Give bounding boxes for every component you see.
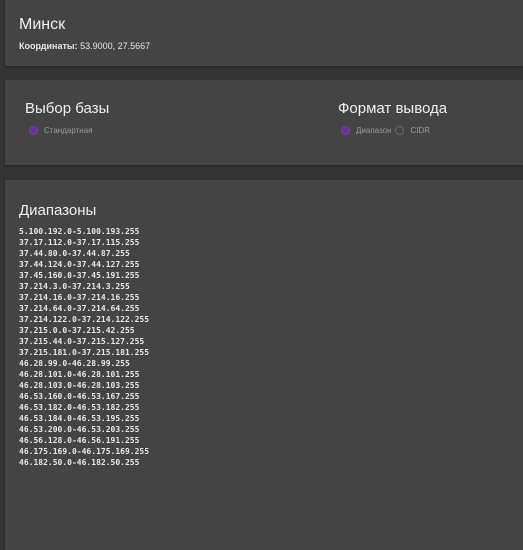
format-range-label[interactable]: Диапазон	[356, 126, 391, 135]
format-range-radio[interactable]	[341, 126, 350, 135]
base-radio-group: Стандартная	[29, 126, 96, 135]
range-item: 46.53.200.0-46.53.203.255	[19, 425, 140, 434]
range-item: 37.17.112.0-37.17.115.255	[19, 238, 140, 247]
range-item: 46.53.160.0-46.53.167.255	[19, 392, 140, 401]
ranges-card: Диапазоны 5.100.192.0-5.100.193.255 37.1…	[5, 180, 523, 550]
options-card: Выбор базы Стандартная Формат вывода Диа…	[5, 80, 523, 165]
range-item: 37.44.80.0-37.44.87.255	[19, 249, 130, 258]
city-name: Минск	[19, 16, 66, 33]
ranges-title: Диапазоны	[19, 202, 97, 219]
range-item: 37.214.64.0-37.214.64.255	[19, 304, 140, 313]
range-item: 37.45.160.0-37.45.191.255	[19, 271, 140, 280]
base-standard-radio[interactable]	[29, 126, 38, 135]
format-radio-group: Диапазон CIDR	[341, 126, 434, 135]
range-item: 5.100.192.0-5.100.193.255	[19, 227, 140, 236]
format-cidr-radio[interactable]	[395, 126, 405, 135]
coordinates-label: Координаты:	[19, 41, 78, 51]
city-card: Минск Координаты: 53.9000, 27.5667	[5, 0, 523, 66]
format-title: Формат вывода	[338, 100, 448, 117]
range-item: 46.28.99.0-46.28.99.255	[19, 359, 130, 368]
range-item: 37.214.3.0-37.214.3.255	[19, 282, 130, 291]
range-item: 46.53.184.0-46.53.195.255	[19, 414, 140, 423]
range-item: 46.175.169.0-46.175.169.255	[19, 447, 150, 456]
range-item: 37.215.44.0-37.215.127.255	[19, 337, 145, 346]
range-item: 46.182.50.0-46.182.50.255	[19, 458, 140, 467]
coordinates: Координаты: 53.9000, 27.5667	[19, 41, 150, 51]
range-item: 37.215.181.0-37.215.181.255	[19, 348, 150, 357]
base-standard-label[interactable]: Стандартная	[44, 126, 92, 135]
format-cidr-label[interactable]: CIDR	[410, 126, 430, 135]
range-item: 37.214.122.0-37.214.122.255	[19, 315, 150, 324]
base-title: Выбор базы	[25, 100, 110, 117]
range-list: 5.100.192.0-5.100.193.255 37.17.112.0-37…	[19, 226, 149, 468]
range-item: 46.28.103.0-46.28.103.255	[19, 381, 140, 390]
range-item: 46.56.128.0-46.56.191.255	[19, 436, 140, 445]
range-item: 37.214.16.0-37.214.16.255	[19, 293, 140, 302]
range-item: 37.215.0.0-37.215.42.255	[19, 326, 135, 335]
coordinates-value: 53.9000, 27.5667	[80, 41, 151, 51]
range-item: 46.28.101.0-46.28.101.255	[19, 370, 140, 379]
range-item: 46.53.182.0-46.53.182.255	[19, 403, 140, 412]
range-item: 37.44.124.0-37.44.127.255	[19, 260, 140, 269]
